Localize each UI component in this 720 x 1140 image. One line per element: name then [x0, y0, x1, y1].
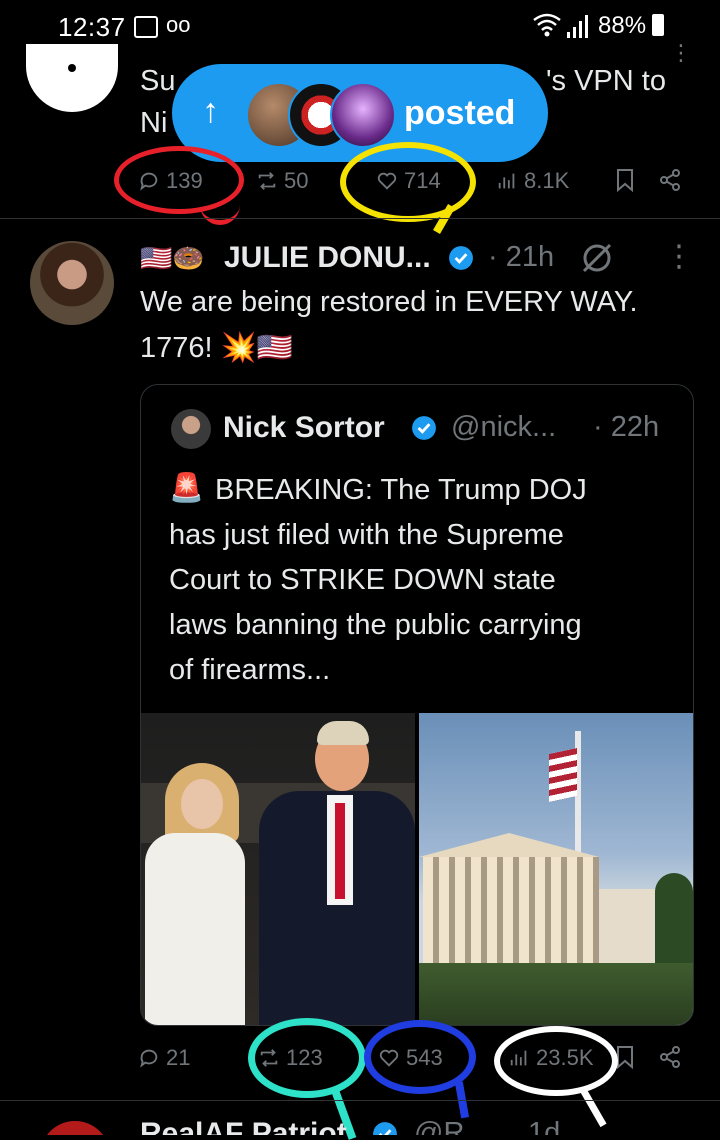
verified-icon: [448, 245, 474, 271]
quoted-tweet[interactable]: Nick Sortor @nick... · 22h 🚨 BREAKING: T…: [140, 384, 694, 1026]
tweet-1-text-left-1: Su: [140, 65, 176, 97]
tweet-1-text-left-2: Ni: [140, 107, 168, 139]
quote-media-photo-2[interactable]: [419, 713, 693, 1025]
repost-count: 50: [284, 168, 309, 193]
tweet-3-avatar[interactable]: [40, 1121, 110, 1135]
quote-text-line-4: laws banning the public carrying: [169, 609, 582, 641]
quote-text-line-2: has just filed with the Supreme: [169, 519, 564, 551]
grok-icon[interactable]: [580, 241, 614, 280]
wifi-icon: [532, 12, 562, 43]
tweet-2-text-line-2: 1776! 💥🇺🇸: [140, 332, 293, 364]
quote-avatar: [171, 409, 211, 449]
pill-label: posted: [404, 94, 516, 132]
annotation-white-circle: [494, 1026, 618, 1096]
share-icon[interactable]: [658, 1045, 682, 1074]
arrow-up-icon: ↑: [202, 92, 219, 130]
more-icon[interactable]: ⋮: [664, 239, 694, 274]
tweet-3-time: 1d: [528, 1117, 561, 1135]
signal-icon: [566, 14, 592, 43]
quote-text-line-5: of firearms...: [169, 654, 331, 686]
reply-icon: [140, 1049, 158, 1068]
quote-text-line-3: Court to STRIKE DOWN state: [169, 564, 556, 596]
repost-button[interactable]: 50: [256, 168, 308, 194]
views-count: 8.1K: [524, 168, 570, 193]
quote-handle: @nick...: [451, 411, 557, 443]
quote-author: Nick Sortor: [223, 411, 385, 444]
quote-time: · 22h: [593, 411, 660, 443]
author-flags: 🇺🇸🍩: [140, 243, 205, 273]
status-time: 12:37: [58, 12, 126, 42]
siren-emoji: 🚨: [169, 472, 204, 503]
post-time: · 21h: [488, 241, 555, 273]
tweet-3-author[interactable]: RealAF Patriot: [140, 1117, 347, 1135]
quote-text-line-1: BREAKING: The Trump DOJ: [215, 474, 587, 506]
bookmark-icon[interactable]: [614, 168, 636, 197]
gallery-icon: [134, 16, 158, 38]
author-name[interactable]: JULIE DONU...: [224, 241, 431, 275]
tweet-1-avatar[interactable]: [26, 44, 118, 112]
tweet-2-avatar[interactable]: [30, 241, 114, 325]
tweet-2-text-line-1: We are being restored in EVERY WAY.: [140, 286, 638, 318]
tweet-3[interactable]: RealAF Patriot @R 1d: [0, 1101, 720, 1135]
views-button[interactable]: 8.1K: [496, 168, 569, 194]
more-icon[interactable]: ⋮: [670, 40, 692, 66]
reply-button[interactable]: 21: [138, 1045, 190, 1071]
tweet-1-text-right-1: 's VPN to: [546, 65, 666, 97]
battery-percent: 88%: [598, 12, 647, 39]
pill-avatar-3: [330, 82, 396, 148]
views-icon: [498, 173, 515, 189]
annotation-yellow-circle: [340, 142, 476, 222]
tweet-3-handle: @R: [414, 1117, 465, 1135]
verified-icon: [372, 1121, 398, 1135]
reply-count: 21: [166, 1045, 191, 1070]
quote-media-photo-1[interactable]: [141, 713, 415, 1025]
verified-icon: [411, 415, 437, 441]
voicemail-icon: oo: [166, 12, 191, 37]
new-posts-pill[interactable]: ↑ posted: [172, 64, 548, 162]
annotation-cyan-circle: [248, 1018, 366, 1098]
repost-icon: [258, 172, 276, 190]
share-icon[interactable]: [658, 168, 682, 197]
battery-icon: [652, 14, 664, 36]
